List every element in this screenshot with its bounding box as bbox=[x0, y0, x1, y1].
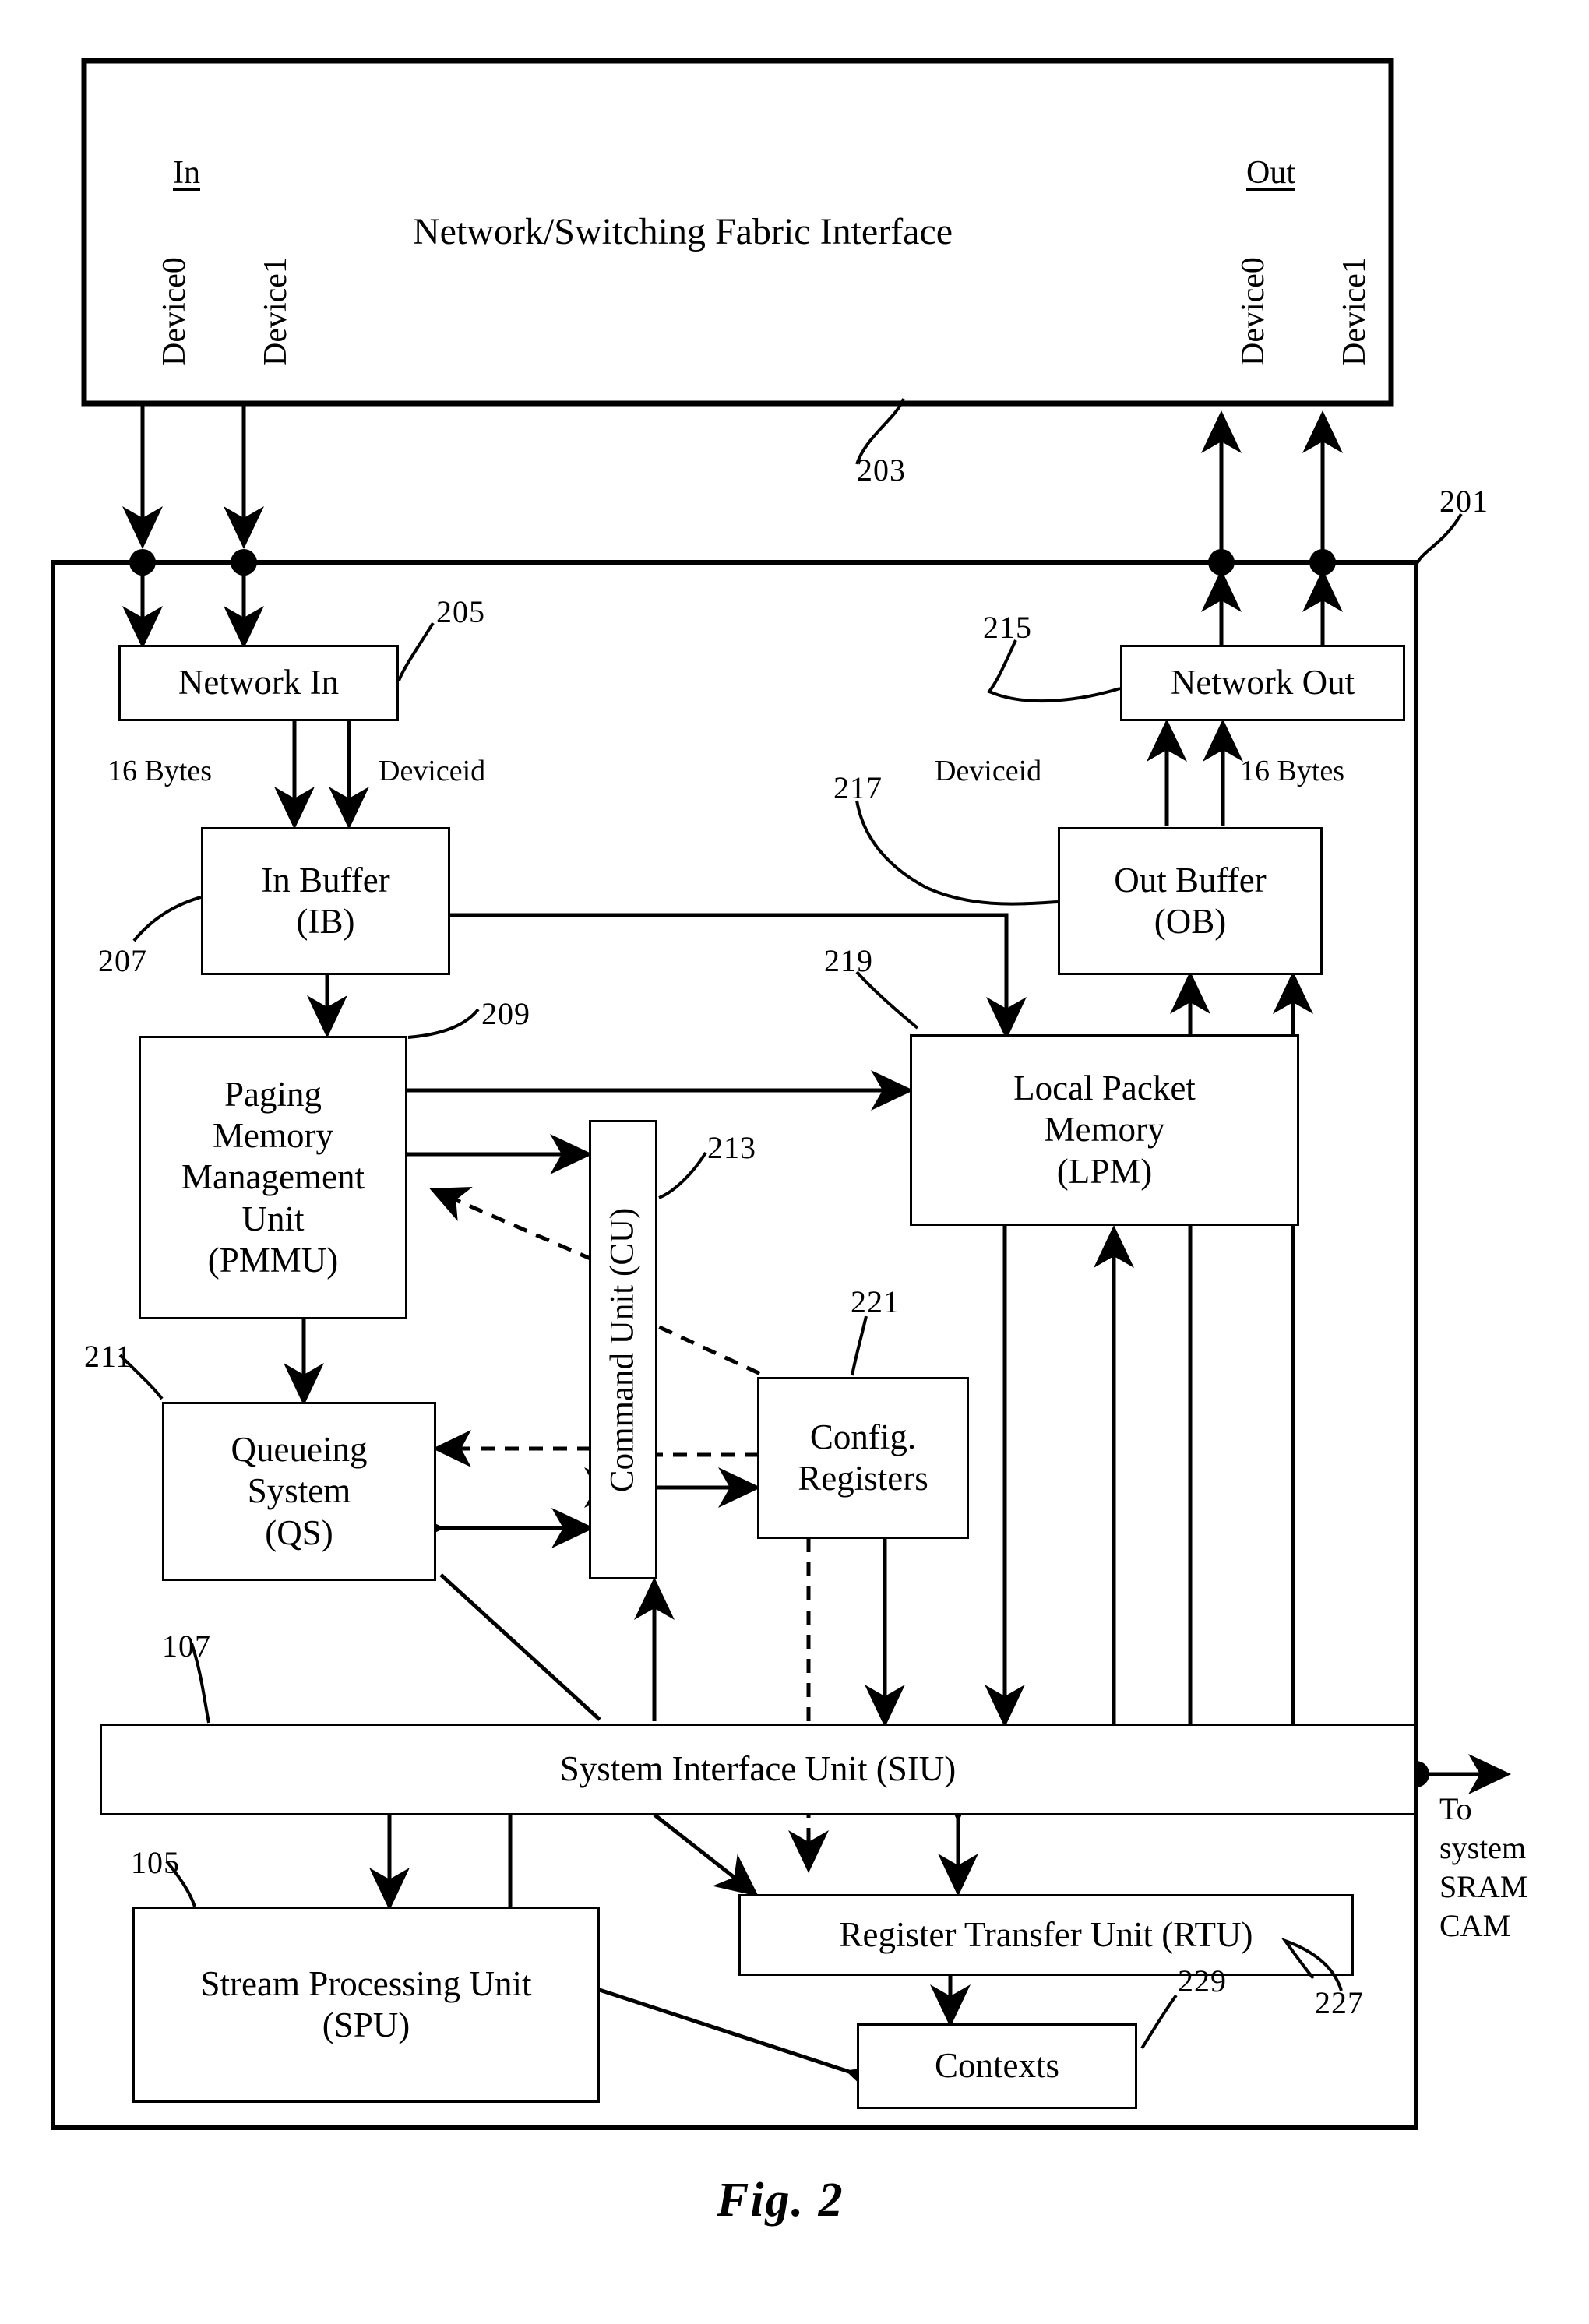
pmmu-label-line4: Unit bbox=[241, 1199, 305, 1238]
ref-229: 229 bbox=[1178, 1963, 1227, 1998]
ref-205: 205 bbox=[436, 594, 485, 629]
ref-227: 227 bbox=[1315, 1985, 1364, 2020]
out-device0-label: Device0 bbox=[1235, 257, 1271, 366]
stream-processing-unit-block: Stream Processing Unit (SPU) bbox=[132, 1907, 600, 2103]
ref-107: 107 bbox=[162, 1629, 211, 1664]
out-buffer-label-line1: Out Buffer bbox=[1114, 860, 1267, 900]
system-interface-unit-block: System Interface Unit (SIU) bbox=[100, 1724, 1416, 1815]
qs-label-line2: System bbox=[247, 1471, 351, 1511]
ref-209: 209 bbox=[481, 996, 530, 1031]
in-buffer-block: In Buffer (IB) bbox=[201, 827, 450, 975]
figure-canvas: Network/Switching Fabric Interface In Ou… bbox=[0, 0, 1589, 2324]
network-in-label: Network In bbox=[178, 663, 340, 702]
pmmu-block: Paging Memory Management Unit (PMMU) bbox=[139, 1036, 407, 1319]
config-registers-label-line2: Registers bbox=[798, 1459, 928, 1498]
ref-221: 221 bbox=[851, 1284, 900, 1319]
contexts-block: Contexts bbox=[857, 2023, 1137, 2109]
local-packet-memory-block: Local Packet Memory (LPM) bbox=[910, 1034, 1299, 1226]
ref-219: 219 bbox=[824, 943, 873, 978]
lpm-label-line3: (LPM) bbox=[1056, 1151, 1153, 1191]
out-deviceid-signal-label: Deviceid bbox=[935, 755, 1042, 787]
ref-105: 105 bbox=[131, 1845, 180, 1880]
ref-203: 203 bbox=[857, 452, 906, 488]
in-buffer-label-line1: In Buffer bbox=[261, 860, 390, 900]
out-16bytes-signal-label: 16 Bytes bbox=[1240, 755, 1345, 787]
in-deviceid-signal-label: Deviceid bbox=[379, 755, 486, 787]
fabric-interface-title: Network/Switching Fabric Interface bbox=[413, 211, 953, 252]
qs-label-line1: Queueing bbox=[231, 1430, 368, 1470]
config-registers-block: Config. Registers bbox=[757, 1377, 969, 1539]
config-registers-label-line1: Config. bbox=[809, 1417, 917, 1456]
ref-211: 211 bbox=[84, 1339, 132, 1374]
network-out-block: Network Out bbox=[1120, 645, 1405, 721]
in-buffer-label-line2: (IB) bbox=[296, 902, 355, 941]
to-system-sram-cam-label: To system SRAM CAM bbox=[1439, 1791, 1528, 1943]
qs-label-line3: (QS) bbox=[265, 1512, 333, 1552]
pmmu-label-line1: Paging bbox=[224, 1075, 322, 1114]
network-out-label: Network Out bbox=[1170, 663, 1355, 702]
lpm-label-line1: Local Packet bbox=[1013, 1069, 1196, 1108]
command-unit-label: Command Unit (CU) bbox=[604, 1207, 641, 1492]
command-unit-block: Command Unit (CU) bbox=[589, 1120, 657, 1579]
rtu-label: Register Transfer Unit (RTU) bbox=[839, 1914, 1253, 1954]
in-device1-label: Device1 bbox=[258, 257, 294, 366]
queueing-system-block: Queueing System (QS) bbox=[162, 1402, 436, 1581]
in-16bytes-signal-label: 16 Bytes bbox=[107, 755, 213, 787]
out-buffer-label-line2: (OB) bbox=[1154, 902, 1227, 941]
figure-caption: Fig. 2 bbox=[717, 2174, 844, 2227]
ref-217: 217 bbox=[833, 770, 883, 805]
spu-label-line1: Stream Processing Unit bbox=[200, 1963, 532, 2003]
ref-201: 201 bbox=[1439, 484, 1489, 519]
ref-207: 207 bbox=[98, 943, 147, 978]
pmmu-label-line5: (PMMU) bbox=[207, 1240, 339, 1280]
pmmu-label-line3: Management bbox=[181, 1157, 365, 1197]
network-in-block: Network In bbox=[118, 645, 399, 721]
spu-label-line2: (SPU) bbox=[322, 2005, 410, 2044]
pmmu-label-line2: Memory bbox=[213, 1116, 333, 1156]
out-buffer-block: Out Buffer (OB) bbox=[1058, 827, 1323, 975]
in-port-group-label: In bbox=[173, 155, 200, 191]
siu-label: System Interface Unit (SIU) bbox=[559, 1749, 957, 1789]
out-port-group-label: Out bbox=[1246, 155, 1295, 191]
register-transfer-unit-block: Register Transfer Unit (RTU) bbox=[738, 1894, 1354, 1976]
out-device1-label: Device1 bbox=[1337, 257, 1372, 366]
ref-213: 213 bbox=[707, 1130, 756, 1165]
contexts-label: Contexts bbox=[934, 2046, 1059, 2086]
lpm-label-line2: Memory bbox=[1044, 1110, 1165, 1150]
in-device0-label: Device0 bbox=[157, 257, 192, 366]
ref-215: 215 bbox=[983, 610, 1032, 645]
